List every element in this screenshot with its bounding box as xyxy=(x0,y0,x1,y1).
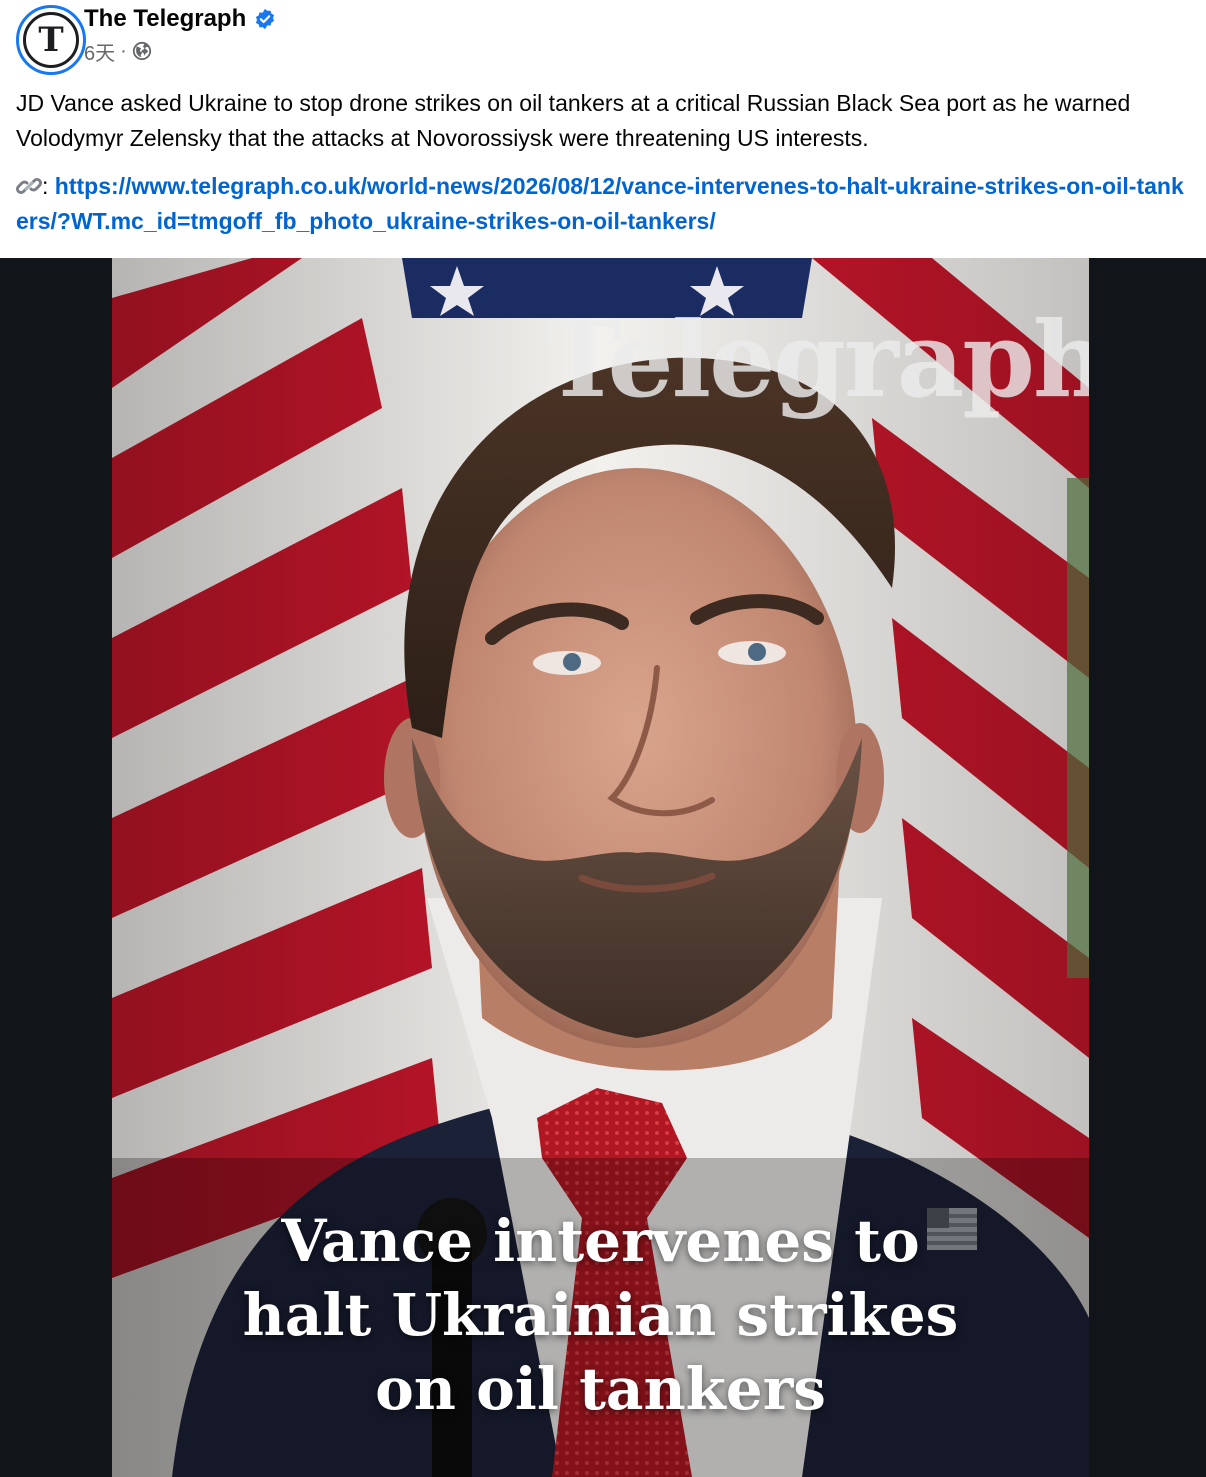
photo-caption: Vance intervenes to halt Ukrainian strik… xyxy=(112,1204,1089,1426)
facebook-post: T The Telegraph 6天 · JD Vance asked Ukra… xyxy=(0,0,1206,1477)
post-timestamp[interactable]: 6天 xyxy=(84,37,115,66)
page-name-row: The Telegraph xyxy=(84,2,484,36)
caption-line: on oil tankers xyxy=(375,1355,826,1423)
page-avatar[interactable]: T xyxy=(16,5,86,75)
post-body-text: JD Vance asked Ukraine to stop drone str… xyxy=(16,90,1131,151)
post-time-row: 6天 · xyxy=(84,36,484,66)
post-meta: The Telegraph 6天 · xyxy=(84,2,484,66)
post-link-line: : https://www.telegraph.co.uk/world-news… xyxy=(16,169,1196,239)
verified-badge-icon xyxy=(256,8,275,30)
link-prefix: : xyxy=(42,173,49,199)
post-photo[interactable]: Telegraph Vance intervenes to halt Ukrai… xyxy=(112,258,1089,1477)
post-media: Telegraph Vance intervenes to halt Ukrai… xyxy=(0,258,1206,1477)
globe-icon[interactable] xyxy=(132,41,152,61)
caption-line: halt Ukrainian strikes xyxy=(242,1281,959,1349)
article-link[interactable]: https://www.telegraph.co.uk/world-news/2… xyxy=(16,173,1184,234)
post-header: T xyxy=(16,4,86,76)
telegraph-watermark: Telegraph xyxy=(544,298,1089,421)
link-icon xyxy=(16,177,42,195)
telegraph-logo: T xyxy=(38,20,64,60)
telegraph-logo-ring: T xyxy=(23,12,79,68)
caption-line: Vance intervenes to xyxy=(281,1207,920,1275)
page-name[interactable]: The Telegraph xyxy=(84,5,246,33)
meta-separator: · xyxy=(120,39,127,62)
